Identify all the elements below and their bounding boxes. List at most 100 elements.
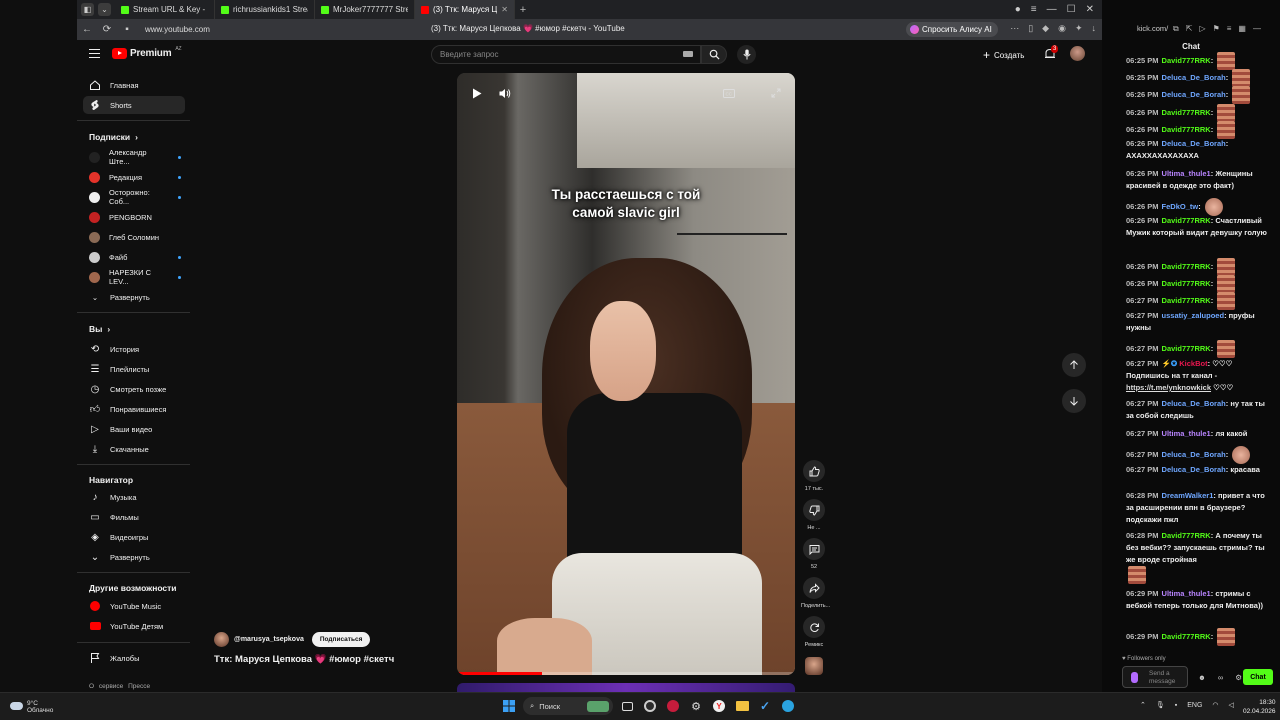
subscriptions-heading[interactable]: Подписки › (89, 132, 138, 142)
sound-avatar[interactable] (805, 657, 823, 675)
share-button[interactable] (803, 577, 825, 599)
copy-icon[interactable]: ⧉ (1173, 24, 1179, 34)
weather-widget[interactable]: 9°C Облачно (10, 700, 53, 714)
search-button[interactable] (701, 45, 727, 64)
next-short-button[interactable] (1062, 389, 1086, 413)
sidebar-item-chevron-down[interactable]: ⌄ Развернуть (83, 548, 185, 566)
browser-tab[interactable]: MrJoker7777777 Stream (315, 0, 415, 19)
puzzle-icon[interactable]: ✦ (1075, 23, 1083, 34)
message-username[interactable]: ussatiy_zalupoed (1162, 311, 1225, 320)
sidebar-item-subscription[interactable]: Осторожно: Соб... (83, 188, 185, 206)
message-username[interactable]: Ultima_thule1 (1162, 169, 1211, 178)
tray-mic-icon[interactable]: 🎙 (1156, 701, 1165, 709)
browser-tab[interactable]: richrussiankids1 Stream (215, 0, 315, 19)
keyboard-icon[interactable] (683, 51, 693, 57)
minimize-icon[interactable]: — (1253, 24, 1261, 34)
emote-icon[interactable]: ☻ (1198, 673, 1206, 682)
play-button[interactable] (469, 85, 485, 101)
remix-action[interactable]: Ремикс (801, 616, 827, 648)
fullscreen-button[interactable] (768, 85, 784, 101)
sidebar-item-subscription[interactable]: Глеб Соломин (83, 228, 185, 246)
clock[interactable]: 18:30 02.04.2026 (1243, 698, 1276, 716)
comments-action[interactable]: 52 (801, 538, 827, 570)
message-username[interactable]: DreamWalker1 (1162, 491, 1214, 500)
flag-icon[interactable]: ⚑ (1213, 24, 1220, 34)
channel-avatar[interactable] (214, 632, 229, 647)
menu-icon[interactable]: ≡ (1227, 24, 1232, 34)
sidebar-item-game[interactable]: ◈ Видеоигры (83, 528, 185, 546)
mic-icon[interactable] (1131, 672, 1138, 683)
hub-icon[interactable]: ∞ (1218, 673, 1223, 682)
language-indicator[interactable]: ENG (1187, 702, 1202, 709)
close-window-button[interactable]: ✕ (1086, 4, 1094, 15)
telegram-icon[interactable] (779, 697, 797, 715)
task-view-icon[interactable] (618, 697, 636, 715)
vpn-icon[interactable]: ◉ (1058, 23, 1066, 34)
file-explorer-icon[interactable] (733, 697, 751, 715)
browser-tab[interactable]: (3) Tтк: Маруся Цепко✕ (415, 0, 515, 19)
footer-links[interactable]: О сервисе Прессе (89, 683, 150, 690)
settings-app-icon[interactable]: ⚙ (687, 697, 705, 715)
wifi-icon[interactable]: ◠ (1212, 701, 1218, 709)
volume-button[interactable] (497, 85, 513, 101)
sidebar-item-shorts[interactable]: Shorts (83, 96, 185, 114)
message-username[interactable]: Deluca_De_Borah (1162, 450, 1226, 459)
sound-source[interactable] (801, 657, 827, 675)
maximize-button[interactable]: ☐ (1067, 4, 1076, 15)
grid-icon[interactable]: ▦ (1238, 24, 1246, 34)
sidebar-item-subscription[interactable]: Файб (83, 248, 185, 266)
message-username[interactable]: David777RRK (1162, 56, 1211, 65)
chat-input[interactable]: Send a message (1122, 666, 1188, 688)
sidebar-item-clock[interactable]: ◷ Смотреть позже (83, 380, 185, 398)
dislike-action[interactable]: Не ... (801, 499, 827, 531)
create-button[interactable]: + Создать (983, 47, 1024, 63)
message-username[interactable]: David777RRK (1162, 262, 1211, 271)
message-username[interactable]: David777RRK (1162, 216, 1211, 225)
you-heading[interactable]: Вы › (89, 324, 110, 334)
sidebar-item-subscription[interactable]: Александр Ште... (83, 148, 185, 166)
message-username[interactable]: Deluca_De_Borah (1162, 90, 1226, 99)
message-username[interactable]: David777RRK (1162, 108, 1211, 117)
sidebar-item-expand[interactable]: ⌄ Развернуть (83, 288, 185, 306)
profile-icon[interactable]: ● (1015, 4, 1021, 15)
popout-icon[interactable]: ⇱ (1186, 24, 1193, 34)
menu-icon[interactable] (89, 49, 100, 58)
subscribe-button[interactable]: Подписаться (311, 632, 371, 647)
obs-icon[interactable] (641, 697, 659, 715)
previous-short-button[interactable] (1062, 353, 1086, 377)
todo-icon[interactable]: ✓ (756, 697, 774, 715)
url-field[interactable]: www.youtube.com (145, 25, 405, 34)
minimize-button[interactable]: — (1047, 4, 1057, 15)
message-username[interactable]: David777RRK (1162, 632, 1211, 641)
dislike-button[interactable] (803, 499, 825, 521)
like-button[interactable] (803, 460, 825, 482)
next-short-preview[interactable] (457, 683, 795, 692)
tray-app-icon[interactable]: ▪ (1175, 702, 1177, 709)
site-info-icon[interactable]: ▪ (117, 24, 137, 35)
message-username[interactable]: David777RRK (1162, 296, 1211, 305)
browser-menu-icon[interactable]: ◧ (81, 3, 94, 16)
video-progress[interactable] (457, 672, 795, 675)
message-username[interactable]: David777RRK (1162, 531, 1211, 540)
refresh-button[interactable]: ⟳ (97, 24, 117, 35)
like-action[interactable]: 17 тыс. (801, 460, 827, 492)
tray-chevron-icon[interactable]: ⌃ (1140, 701, 1146, 709)
close-tab-icon[interactable]: ✕ (501, 5, 508, 14)
message-username[interactable]: Deluca_De_Borah (1162, 399, 1226, 408)
channel-name[interactable]: @marusya_tsepkova (234, 636, 304, 643)
sidebar-item-playlist[interactable]: ☰ Плейлисты (83, 360, 185, 378)
sidebar-item-subscription[interactable]: PENGBORN (83, 208, 185, 226)
browser-tab[interactable]: Stream URL & Key - Kick (115, 0, 215, 19)
remix-button[interactable] (803, 616, 825, 638)
sidebar-item-yt-kids[interactable]: YouTube Детям (83, 617, 185, 635)
extension-icon[interactable]: ◆ (1042, 23, 1049, 34)
sidebar-item-report[interactable]: Жалобы (83, 649, 185, 667)
chat-send-button[interactable]: Chat (1243, 669, 1273, 685)
sidebar-item-like[interactable]: 👍︎ Понравившиеся (83, 400, 185, 418)
message-username[interactable]: Deluca_De_Borah (1162, 465, 1226, 474)
message-username[interactable]: Ultima_thule1 (1162, 429, 1211, 438)
message-username[interactable]: FeDkO_tw (1162, 202, 1199, 211)
message-username[interactable]: David777RRK (1162, 279, 1211, 288)
message-link[interactable]: https://t.me/ynknowkick (1126, 383, 1211, 392)
short-video-player[interactable]: Ты расстаешься с той самой slavic girl C… (457, 73, 795, 675)
